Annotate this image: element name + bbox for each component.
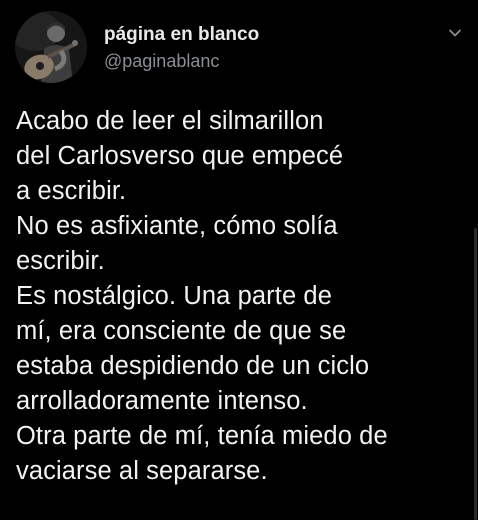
tweet-text-line: Otra parte de mí, tenía miedo de bbox=[16, 422, 388, 450]
avatar[interactable] bbox=[15, 11, 87, 83]
tweet: página en blanco @paginablanc Acabo de l… bbox=[0, 0, 478, 520]
chevron-down-icon bbox=[449, 29, 461, 37]
tweet-text: Acabo de leer el silmarillon del Carlosv… bbox=[16, 104, 466, 489]
tweet-text-line: Acabo de leer el silmarillon bbox=[16, 107, 324, 135]
tweet-text-line: escribir. bbox=[16, 247, 105, 275]
tweet-text-line: del Carlosverso que empecé bbox=[16, 142, 344, 170]
tweet-text-line: Es nostálgico. Una parte de bbox=[16, 282, 332, 310]
scrollbar[interactable] bbox=[474, 228, 477, 520]
tweet-menu-button[interactable] bbox=[444, 22, 466, 44]
tweet-text-line: arrolladoramente intenso. bbox=[16, 387, 308, 415]
tweet-text-line: vaciarse al separarse. bbox=[16, 457, 268, 485]
tweet-text-line: estaba despidiendo de un ciclo bbox=[16, 352, 370, 380]
tweet-text-line: mí, era consciente de que se bbox=[16, 317, 347, 345]
tweet-text-line: a escribir. bbox=[16, 177, 127, 205]
guitarist-photo-avatar bbox=[15, 11, 87, 83]
author-handle[interactable]: @paginablanc bbox=[104, 51, 219, 72]
author-display-name[interactable]: página en blanco bbox=[104, 24, 259, 46]
tweet-text-line: No es asfixiante, cómo solía bbox=[16, 212, 338, 240]
